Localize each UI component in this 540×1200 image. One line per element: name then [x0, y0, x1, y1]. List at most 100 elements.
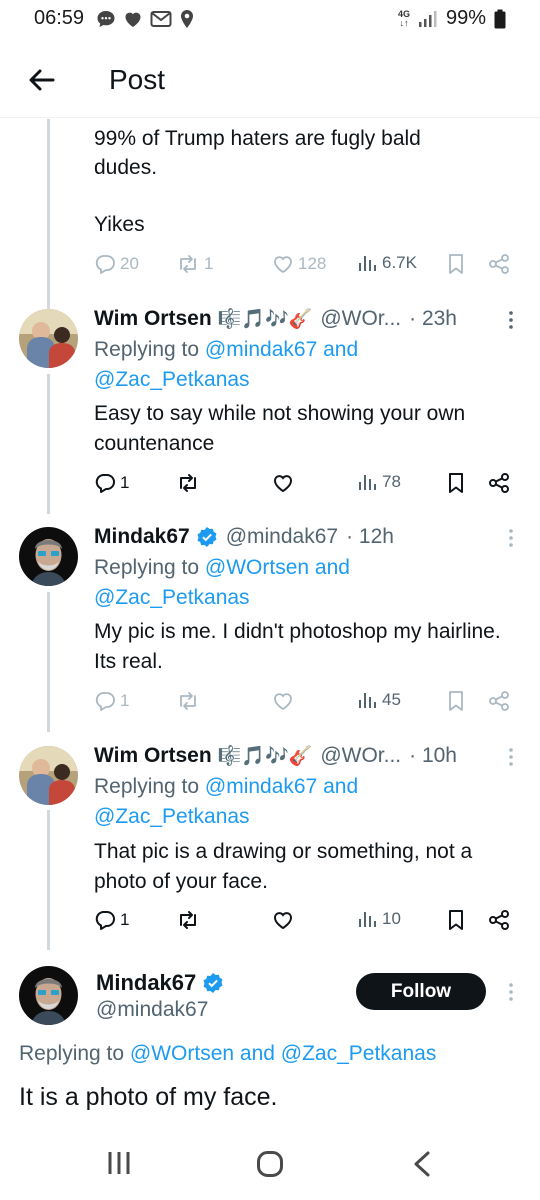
views-count: 10 [382, 909, 401, 928]
author-emoji: 🎼🎵🎶🎸 [217, 309, 313, 330]
tweet-author-line: Wim Ortsen 🎼🎵🎶🎸 @WOr... · 10h [94, 744, 457, 768]
more-options-icon[interactable] [508, 528, 514, 548]
views-icon [359, 693, 376, 708]
mention-link[interactable]: @Zac_Petkanas [94, 586, 250, 609]
location-icon [181, 10, 193, 28]
like-button[interactable] [272, 472, 294, 494]
bookmark-button[interactable] [446, 909, 466, 931]
like-count: 128 [298, 254, 327, 273]
views-icon [359, 912, 376, 927]
reply-count: 1 [120, 910, 130, 929]
replying-to: Replying to @WOrtsen and @Zac_Petkanas [19, 1042, 437, 1065]
bookmark-icon [449, 254, 463, 274]
battery-icon [494, 9, 506, 28]
network-indicator: 4G ↓↑ [397, 8, 410, 28]
reply-icon [95, 255, 115, 274]
like-icon [274, 693, 292, 711]
replying-to: Replying to @WOrtsen and @Zac_Petkanas [94, 556, 350, 609]
more-options-icon[interactable] [508, 747, 514, 767]
avatar[interactable] [19, 966, 78, 1025]
share-icon [489, 254, 509, 274]
views-count: 78 [382, 472, 401, 491]
author-name[interactable]: Mindak67 [94, 525, 190, 549]
recent-apps-icon[interactable] [106, 1150, 132, 1176]
avatar[interactable] [19, 527, 78, 586]
bookmark-button[interactable] [446, 253, 466, 275]
like-button[interactable] [272, 909, 294, 931]
tweet-actions: 1 45 [94, 690, 514, 718]
bookmark-icon [449, 473, 463, 493]
tweet-actions: 20 1 128 6.7K [94, 253, 514, 281]
mention-link[interactable]: @mindak67 and [205, 338, 358, 361]
post-header: Post [0, 50, 540, 118]
author-handle[interactable]: @mindak67 [96, 998, 208, 1022]
follow-button[interactable]: Follow [356, 973, 486, 1010]
mention-link[interactable]: @WOrtsen and [205, 556, 350, 579]
tweet-actions: 1 78 [94, 472, 514, 500]
views-count: 6.7K [382, 253, 417, 272]
author-name[interactable]: Wim Ortsen [94, 744, 212, 768]
repost-count: 1 [204, 254, 214, 273]
tweet-text: Easy to say while not showing your own c… [94, 402, 466, 455]
reply-button[interactable]: 1 [94, 472, 129, 494]
system-nav-bar [0, 1130, 540, 1200]
author-name[interactable]: Mindak67 [96, 970, 196, 996]
author-handle[interactable]: @mindak67 [226, 525, 338, 549]
bookmark-icon [449, 691, 463, 711]
avatar[interactable] [19, 746, 78, 805]
repost-button[interactable]: 1 [176, 253, 213, 275]
signal-icon [418, 10, 437, 27]
more-options-icon[interactable] [508, 982, 514, 1002]
notification-icons [96, 9, 195, 29]
home-icon[interactable] [256, 1150, 284, 1178]
heart-icon [125, 12, 141, 27]
share-button[interactable] [488, 472, 510, 494]
share-button[interactable] [488, 690, 510, 712]
share-button[interactable] [488, 253, 510, 275]
reply-button[interactable]: 20 [94, 253, 139, 275]
repost-icon [180, 255, 196, 273]
mention-link[interactable]: @Zac_Petkanas [94, 368, 250, 391]
views-count: 45 [382, 690, 401, 709]
views-button[interactable]: 10 [358, 909, 401, 929]
status-time: 06:59 [34, 7, 85, 29]
reply-count: 20 [120, 254, 139, 273]
repost-button[interactable] [176, 472, 200, 494]
mention-link[interactable]: @Zac_Petkanas [94, 805, 250, 828]
views-icon [359, 475, 376, 490]
views-button[interactable]: 78 [358, 472, 401, 492]
repost-icon [180, 692, 196, 710]
tweet-text: My pic is me. I didn't photoshop my hair… [94, 620, 501, 673]
bookmark-button[interactable] [446, 472, 466, 494]
views-button[interactable]: 6.7K [358, 253, 417, 273]
author-name[interactable]: Wim Ortsen [94, 307, 212, 331]
author-emoji: 🎼🎵🎶🎸 [217, 746, 313, 767]
repost-icon [180, 474, 196, 492]
bookmark-button[interactable] [446, 690, 466, 712]
reply-button[interactable]: 1 [94, 690, 129, 712]
mention-link[interactable]: @WOrtsen and @Zac_Petkanas [130, 1042, 436, 1065]
like-button[interactable] [272, 690, 294, 712]
views-icon [359, 256, 376, 271]
repost-button[interactable] [176, 690, 200, 712]
reply-button[interactable]: 1 [94, 909, 129, 931]
share-button[interactable] [488, 909, 510, 931]
mention-link[interactable]: @mindak67 and [205, 775, 358, 798]
back-nav-icon[interactable] [410, 1150, 434, 1178]
like-button[interactable]: 128 [272, 253, 326, 275]
tweet-time: · 23h [409, 307, 457, 330]
author-handle[interactable]: @WOr... [320, 744, 401, 768]
author-handle[interactable]: @WOr... [320, 307, 401, 331]
tweet-time: · 10h [409, 744, 457, 767]
mail-icon [150, 11, 172, 27]
views-button[interactable]: 45 [358, 690, 401, 710]
more-options-icon[interactable] [508, 310, 514, 330]
replying-to: Replying to @mindak67 and @Zac_Petkanas [94, 338, 359, 391]
reply-icon [95, 474, 115, 493]
status-bar: 06:59 4G ↓↑ 99% [0, 0, 540, 40]
verified-badge-icon [203, 973, 223, 993]
repost-button[interactable] [176, 909, 200, 931]
back-arrow-icon[interactable] [26, 64, 58, 96]
avatar[interactable] [19, 309, 78, 368]
bookmark-icon [449, 910, 463, 930]
